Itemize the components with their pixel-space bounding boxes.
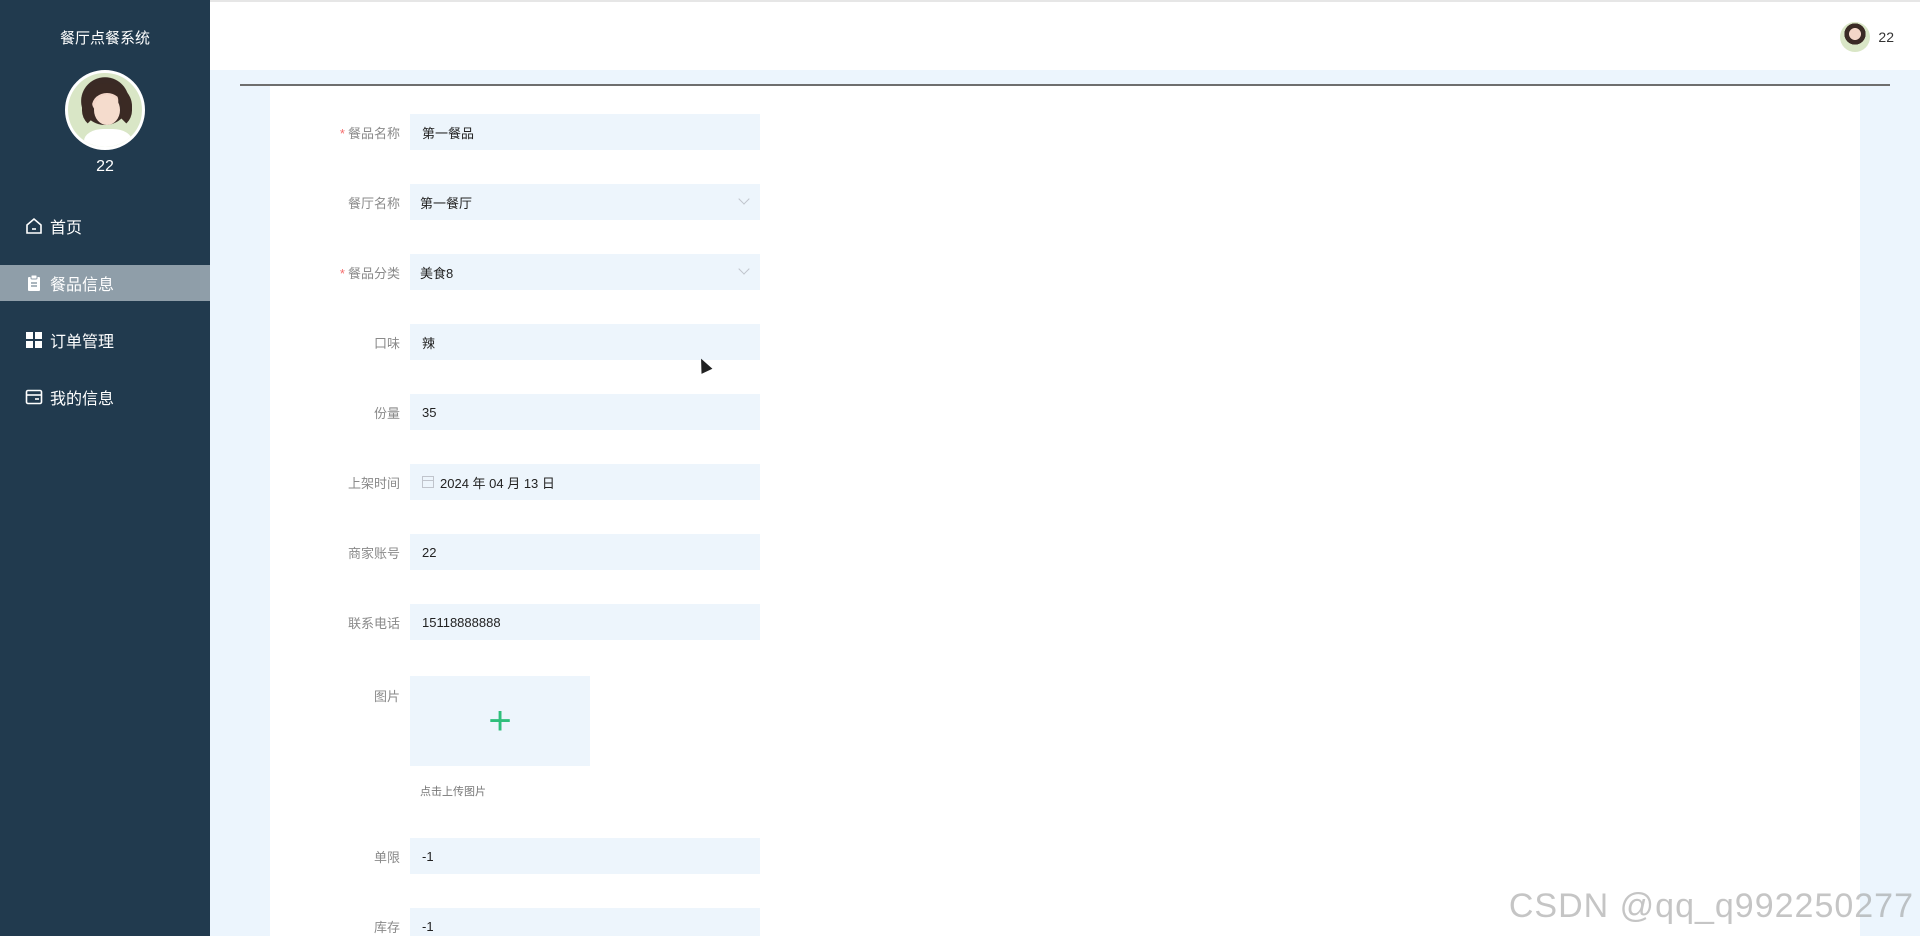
- card-icon: [24, 387, 44, 407]
- phone-label: 联系电话: [347, 615, 400, 631]
- listing-date-label: 上架时间: [347, 475, 400, 491]
- form-row-dish-category: * 餐品分类 美食8: [270, 254, 760, 290]
- dish-category-select[interactable]: 美食8: [410, 254, 760, 290]
- portion-input[interactable]: 35: [410, 394, 760, 430]
- sidebar-item-home[interactable]: 首页: [0, 208, 210, 244]
- image-upload-button[interactable]: +: [410, 676, 590, 766]
- form-row-listing-date: 上架时间 2024 年 04 月 13 日: [270, 464, 760, 500]
- form-row-limit: 单限 -1: [270, 838, 760, 874]
- listing-date-picker[interactable]: 2024 年 04 月 13 日: [410, 464, 760, 500]
- limit-label: 单限: [373, 849, 400, 865]
- sidebar-item-dish-info[interactable]: 餐品信息: [0, 265, 210, 301]
- sidebar-item-order-management[interactable]: 订单管理: [0, 322, 210, 358]
- form-row-restaurant-name: 餐厅名称 第一餐厅: [270, 184, 760, 220]
- home-icon: [24, 216, 44, 236]
- clipboard-icon: [24, 273, 44, 293]
- form-row-taste: 口味 辣: [270, 324, 760, 360]
- sidebar-item-label: 订单管理: [50, 334, 115, 351]
- calendar-icon: [422, 476, 434, 488]
- merchant-account-input[interactable]: 22: [410, 534, 760, 570]
- phone-input[interactable]: 15118888888: [410, 604, 760, 640]
- header-user-menu[interactable]: 22: [1840, 22, 1894, 52]
- dish-form-panel: * 餐品名称 第一餐品 餐厅名称 第一餐厅 * 餐品分类 美食8 口味 辣 份量 3…: [270, 86, 1860, 936]
- form-row-dish-name: * 餐品名称 第一餐品: [270, 114, 760, 150]
- stock-input[interactable]: -1: [410, 908, 760, 936]
- sidebar-item-label: 我的信息: [50, 391, 115, 408]
- stock-label: 库存: [373, 919, 400, 935]
- form-row-stock: 库存 -1: [270, 908, 760, 936]
- restaurant-name-select[interactable]: 第一餐厅: [410, 184, 760, 220]
- form-row-phone: 联系电话 15118888888: [270, 604, 760, 640]
- taste-input[interactable]: 辣: [410, 324, 760, 360]
- form-row-image: 图片 +: [270, 676, 590, 766]
- sidebar-item-my-info[interactable]: 我的信息: [0, 379, 210, 415]
- image-label: 图片: [373, 689, 400, 704]
- form-row-merchant-account: 商家账号 22: [270, 534, 760, 570]
- sidebar-item-label: 首页: [50, 220, 83, 237]
- grid-icon: [24, 330, 44, 350]
- portion-label: 份量: [373, 405, 400, 421]
- sidebar-item-label: 餐品信息: [50, 277, 115, 294]
- system-title: 餐厅点餐系统: [59, 30, 150, 47]
- top-header: 22: [210, 0, 1920, 70]
- dish-name-label: 餐品名称: [347, 125, 400, 141]
- chevron-down-icon: [738, 263, 750, 275]
- restaurant-name-label: 餐厅名称: [347, 195, 400, 211]
- dish-category-label: 餐品分类: [347, 265, 400, 281]
- plus-icon: +: [488, 699, 512, 743]
- limit-input[interactable]: -1: [410, 838, 760, 874]
- header-username: 22: [1878, 29, 1894, 45]
- sidebar: 餐厅点餐系统 22 首页 餐品信息 订单管理 我的信息: [0, 0, 210, 936]
- form-row-portion: 份量 35: [270, 394, 760, 430]
- watermark: CSDN @qq_q992250277: [1508, 887, 1914, 925]
- chevron-down-icon: [738, 193, 750, 205]
- sidebar-menu: 首页 餐品信息 订单管理 我的信息: [0, 208, 210, 415]
- header-avatar: [1840, 22, 1871, 52]
- merchant-account-label: 商家账号: [347, 545, 400, 561]
- sidebar-avatar[interactable]: [65, 70, 145, 150]
- dish-name-input[interactable]: 第一餐品: [410, 114, 760, 150]
- sidebar-username: 22: [96, 158, 114, 175]
- upload-tip: 点击上传图片: [420, 786, 486, 798]
- taste-label: 口味: [373, 335, 400, 351]
